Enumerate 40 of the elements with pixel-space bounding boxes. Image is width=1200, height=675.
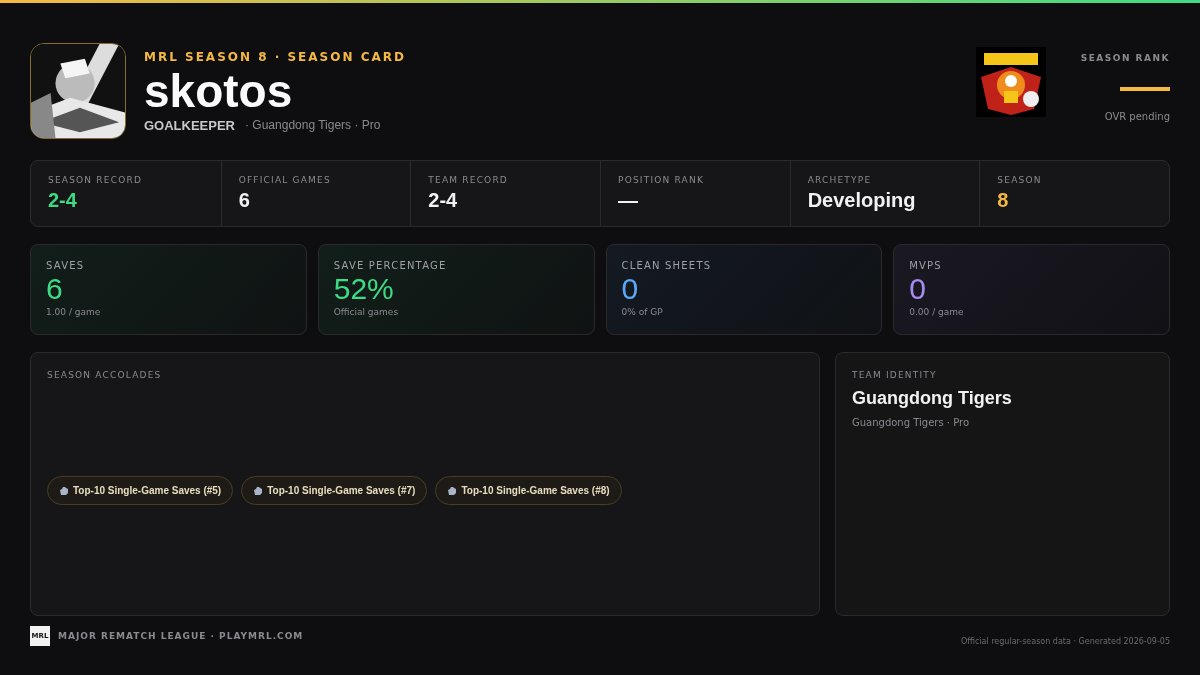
team-name: Guangdong Tigers: [852, 388, 1013, 409]
stat-value: 6: [46, 271, 64, 307]
accolade-tag: Top-10 Single-Game Saves (#8): [435, 476, 622, 505]
stat-value: 2-4: [48, 189, 78, 212]
stat-value: 6: [238, 189, 251, 212]
stat-label: ARCHETYPE: [807, 175, 873, 185]
stat-label: MVPS: [909, 260, 943, 271]
stat-label: OFFICIAL GAMES: [238, 175, 332, 185]
stat-value: 8: [997, 189, 1010, 212]
stat-label: CLEAN SHEETS: [621, 260, 713, 271]
player-name: skotos: [144, 63, 294, 118]
stat-value: —: [618, 189, 639, 212]
stat-label: SAVES: [46, 260, 86, 271]
team-line: · Guangdong Tigers · Pro: [245, 117, 381, 133]
stat-value: 0: [909, 271, 927, 307]
player-position: GOALKEEPER: [144, 117, 235, 133]
stat-value: Developing: [807, 189, 917, 212]
stat-value: 2-4: [428, 189, 459, 212]
stat-label: POSITION RANK: [618, 175, 705, 185]
stat-note: 0.00 / game: [909, 307, 965, 317]
league-name: MAJOR REMATCH LEAGUE · PLAYMRL.COM: [58, 631, 304, 641]
accolade-tag: Top-10 Single-Game Saves (#5): [47, 476, 234, 505]
stat-label: SEASON: [997, 175, 1043, 185]
stat-note: Official games: [333, 307, 400, 317]
stat-value: 0: [621, 271, 640, 307]
stat-note: 0% of GP: [621, 307, 664, 317]
rank-label: SEASON RANK: [1080, 53, 1170, 63]
accolade-tag: Top-10 Single-Game Saves (#7): [241, 476, 428, 505]
footer-note: Official regular-season data · Generated 2026-09-05: [960, 636, 1170, 646]
stat-label: TEAM RECORD: [428, 175, 509, 185]
panel-title: TEAM IDENTITY: [852, 370, 938, 380]
team-subtitle: Guangdong Tigers · Pro: [852, 417, 971, 428]
card-subtitle: MRL SEASON 8 · SEASON CARD: [144, 49, 407, 64]
stat-label: SAVE PERCENTAGE: [333, 260, 448, 271]
rank-placeholder-bar: [1120, 87, 1170, 91]
rank-note: OVR pending: [1104, 111, 1170, 122]
stat-note: 1.00 / game: [46, 307, 102, 317]
stat-label: SEASON RECORD: [48, 175, 144, 185]
stat-value: 52%: [333, 271, 395, 307]
panel-title: SEASON ACCOLADES: [47, 370, 163, 380]
